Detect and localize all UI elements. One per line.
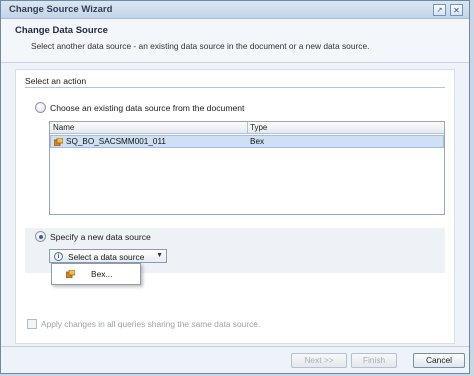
dropdown-label: Select a data source [68, 252, 145, 262]
menu-item-bex[interactable]: Bex... [54, 267, 138, 281]
change-source-wizard-window: Change Source Wizard ↗ ✕ Change Data Sou… [0, 0, 470, 374]
bex-source-icon [66, 270, 75, 278]
finish-button[interactable]: Finish [351, 353, 397, 368]
table-header: Name Type [50, 122, 444, 134]
table-row[interactable]: SQ_BO_SACSMM001_011 Bex [50, 135, 444, 148]
radio-existing-source[interactable] [35, 102, 46, 113]
column-header-type[interactable]: Type [250, 123, 267, 132]
footer-divider [1, 346, 469, 347]
info-icon: i [54, 252, 63, 261]
section-label: Select an action [25, 76, 87, 86]
apply-all-queries-checkbox[interactable] [27, 319, 37, 329]
section-divider [25, 87, 445, 88]
next-button[interactable]: Next >> [291, 353, 347, 368]
radio-new-source[interactable] [35, 231, 46, 242]
data-source-table: Name Type SQ_BO_SACSMM001_011 Bex [49, 121, 445, 215]
apply-all-queries-label: Apply changes in all queries sharing the… [41, 319, 261, 329]
cell-name: SQ_BO_SACSMM001_011 [66, 137, 166, 146]
page-description: Select another data source - an existing… [31, 41, 370, 51]
window-title: Change Source Wizard [9, 4, 113, 15]
help-icon[interactable]: ↗ [433, 4, 446, 16]
page-title: Change Data Source [15, 25, 108, 36]
select-data-source-dropdown[interactable]: i Select a data source ▼ [49, 249, 167, 263]
column-header-name[interactable]: Name [53, 123, 74, 132]
cancel-button[interactable]: Cancel [413, 353, 465, 368]
radio-existing-source-label[interactable]: Choose an existing data source from the … [50, 103, 244, 113]
cell-type: Bex [250, 137, 265, 146]
close-icon[interactable]: ✕ [450, 4, 463, 16]
column-divider[interactable] [247, 122, 248, 134]
menu-item-label: Bex... [91, 269, 113, 279]
wizard-header: Change Data Source Select another data s… [1, 19, 469, 63]
radio-new-source-label[interactable]: Specify a new data source [50, 232, 151, 242]
bex-source-icon [54, 138, 63, 146]
title-bar[interactable]: Change Source Wizard ↗ ✕ [1, 1, 469, 19]
data-source-menu: Bex... [51, 263, 141, 285]
chevron-down-icon: ▼ [156, 252, 163, 259]
